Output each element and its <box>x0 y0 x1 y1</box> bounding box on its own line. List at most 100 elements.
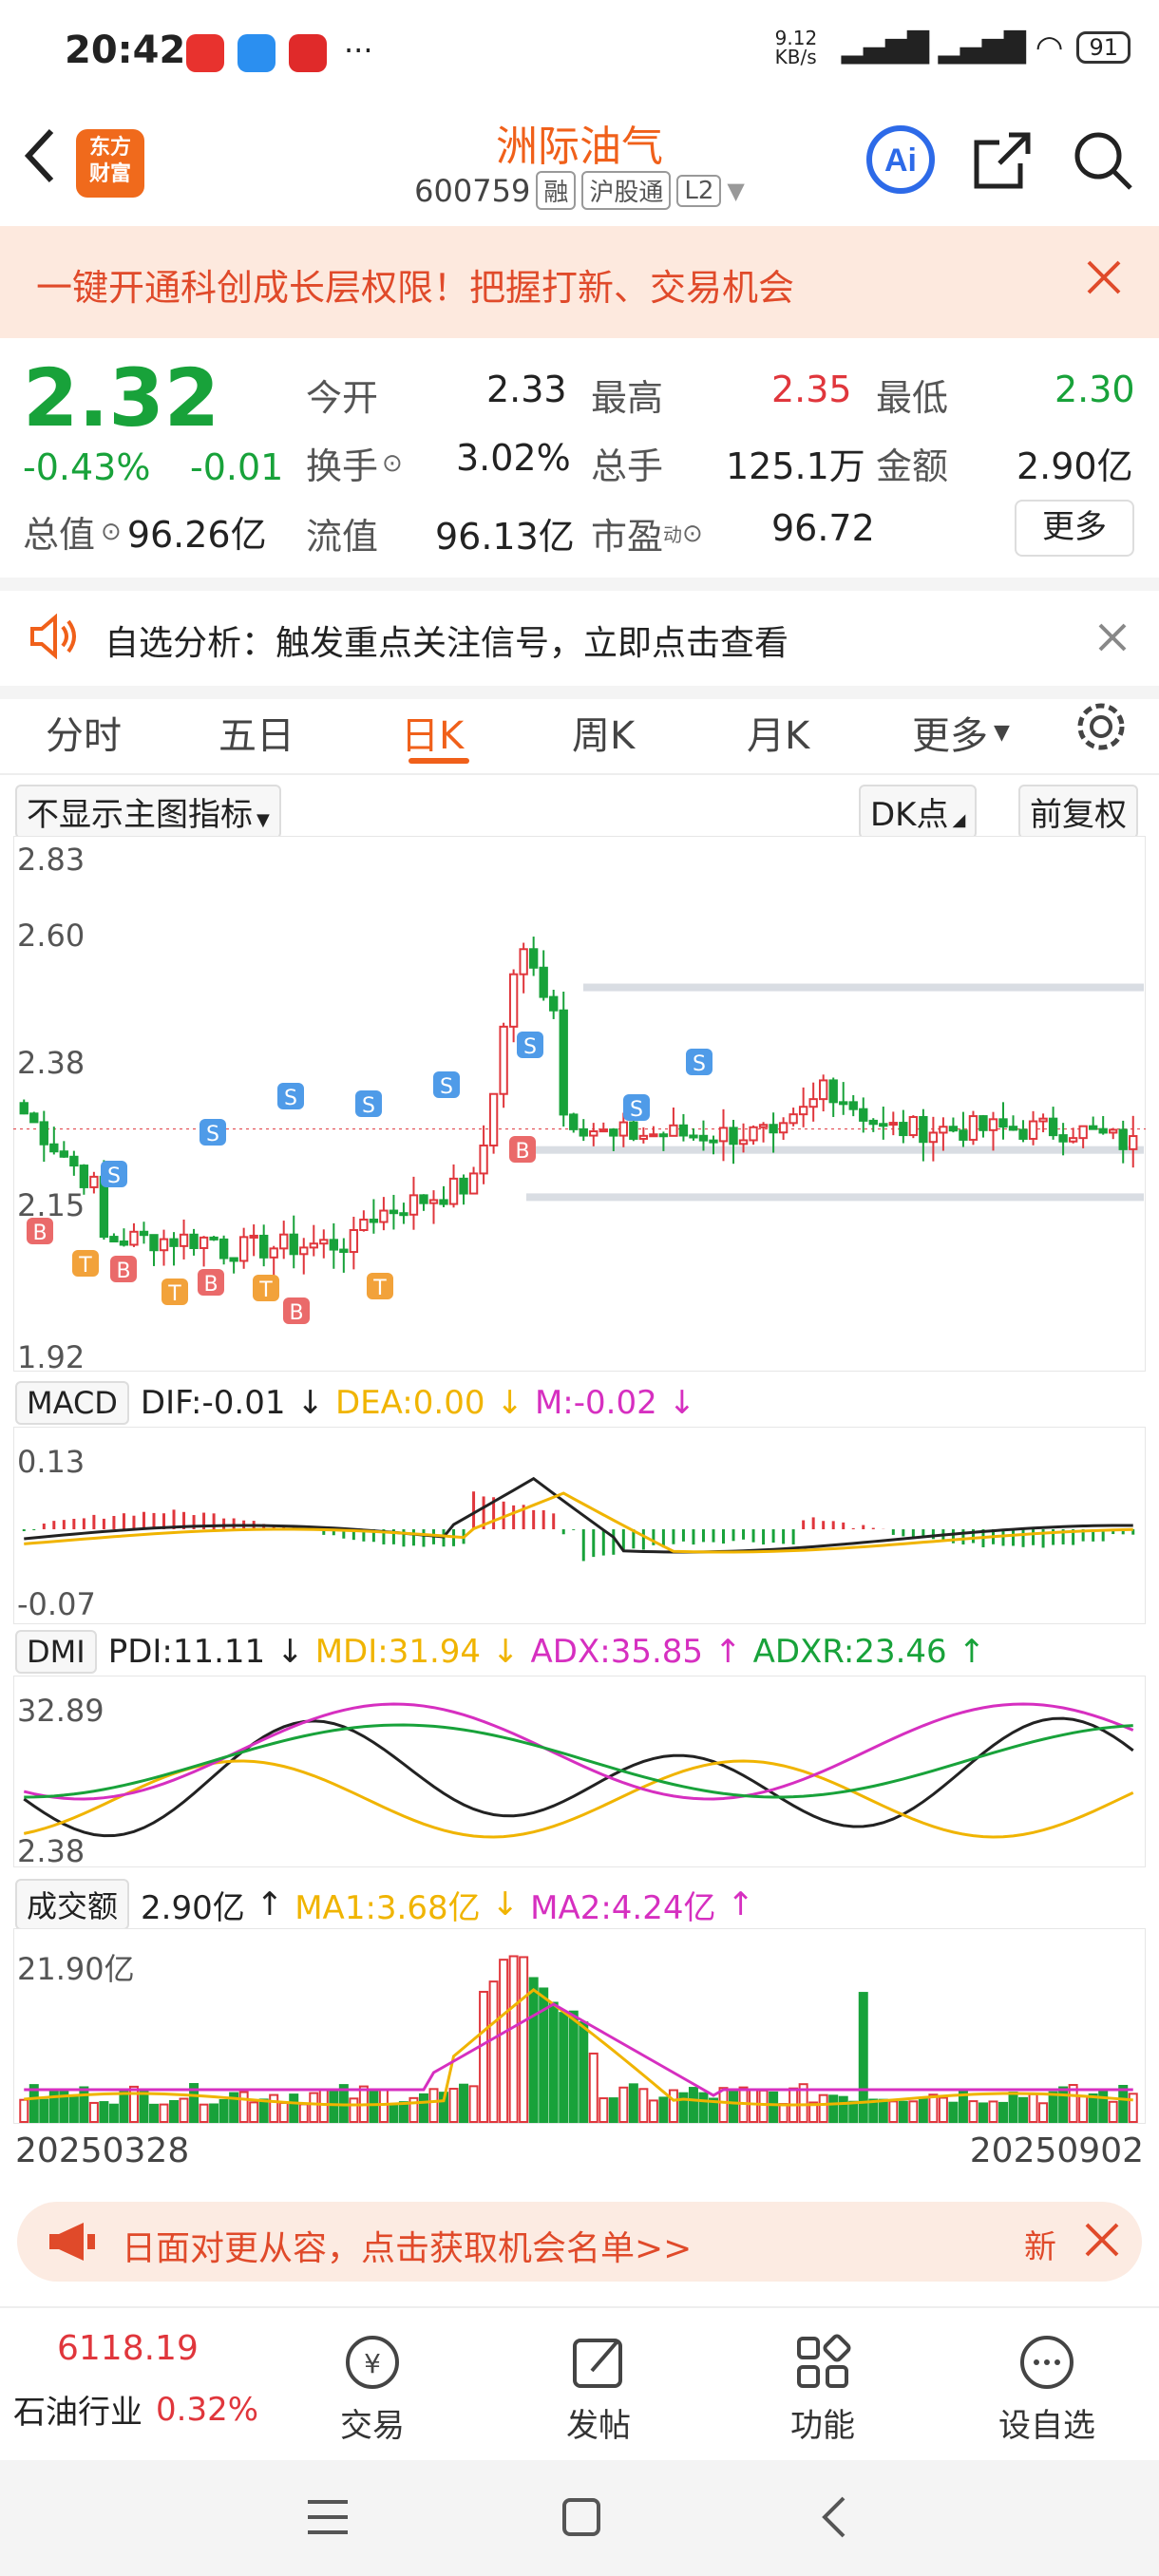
candle <box>729 1127 738 1146</box>
volume-bar <box>948 2101 959 2124</box>
dk-point-toggle[interactable]: DK点 ◢ <box>859 785 978 839</box>
candle <box>408 1194 419 1216</box>
indicator-select[interactable]: 不显示主图指标 ▼ <box>15 785 281 839</box>
dmi-select[interactable]: DMI <box>15 1630 97 1674</box>
volume-bar <box>698 2092 709 2123</box>
volume-bar <box>1058 2086 1069 2124</box>
menu-icon[interactable] <box>306 2498 350 2540</box>
close-icon[interactable] <box>1085 258 1123 300</box>
volume-bar <box>1078 2095 1089 2124</box>
add-watchlist-button[interactable]: 设自选 <box>952 2308 1142 2446</box>
candle <box>919 1116 928 1144</box>
low-value: 2.30 <box>1054 369 1135 410</box>
taobao-app-icon <box>186 34 224 72</box>
sell-signal-badge-label: S <box>440 1075 453 1099</box>
change-percent: -0.43% <box>23 446 151 488</box>
volume-bar <box>519 1956 529 2123</box>
candle <box>769 1124 778 1134</box>
trade-button[interactable]: ¥ 交易 <box>277 2308 467 2446</box>
home-icon[interactable] <box>560 2496 602 2542</box>
industry-index-value[interactable]: 6118.19 <box>57 2329 199 2368</box>
candle <box>908 1116 919 1137</box>
search-icon[interactable] <box>1072 129 1134 196</box>
tab-intraday[interactable]: 分时 <box>46 705 122 760</box>
volume-bar <box>628 2083 638 2123</box>
tab-monthly-k[interactable]: 月K <box>747 705 809 760</box>
candle <box>1058 1134 1068 1143</box>
analysis-bar[interactable]: 自选分析：触发重点关注信号，立即点击查看 <box>0 578 1159 699</box>
status-right: 9.12 KB/s ▂▄▆█ ▂▄▆█ ◠ 91 <box>775 28 1130 66</box>
candle <box>959 1129 968 1141</box>
adjust-toggle[interactable]: 前复权 <box>1018 785 1138 839</box>
promo-banner[interactable]: 一键开通科创成长层权限！把握打新、交易机会 <box>0 226 1159 338</box>
volume-bar <box>668 2089 678 2124</box>
volume-bar <box>968 2100 978 2124</box>
volume-bar <box>548 2001 559 2123</box>
level2-tag: L2 <box>676 174 722 207</box>
candle <box>1109 1128 1118 1134</box>
candle <box>29 1112 39 1124</box>
battery-icon: 91 <box>1076 31 1130 64</box>
settings-icon[interactable] <box>1074 699 1129 758</box>
volume-bar <box>209 2103 219 2123</box>
volume-bar <box>278 2101 289 2123</box>
mdi-label: MDI:31.94 <box>314 1633 482 1671</box>
date-end-label: 20250902 <box>969 2131 1144 2170</box>
volume-bar <box>378 2089 389 2123</box>
volume-bar <box>499 1959 509 2123</box>
close-icon[interactable] <box>1096 621 1129 657</box>
candle <box>59 1150 69 1158</box>
volume-bar <box>389 2103 399 2124</box>
candle <box>808 1098 818 1108</box>
price-axis-label: 2.60 <box>17 918 86 954</box>
candle <box>549 995 559 1012</box>
candle <box>309 1242 318 1249</box>
macd-select[interactable]: MACD <box>15 1381 129 1425</box>
candle <box>559 1009 568 1116</box>
opportunity-promo[interactable]: 日面对更从容，点击获取机会名单>> 新 <box>17 2202 1142 2282</box>
volume-bar <box>68 2095 79 2123</box>
candle <box>218 1238 229 1260</box>
post-button[interactable]: 发帖 <box>504 2308 694 2446</box>
volume-bar <box>398 2101 408 2124</box>
kline-chart[interactable]: SSSSSS SSBBBBBTT T T <box>13 836 1146 1372</box>
price-axis-label: 1.92 <box>17 1339 86 1375</box>
close-icon[interactable] <box>1083 2221 1121 2263</box>
volume-bar <box>658 2096 669 2123</box>
quote-panel: 2.32 -0.43% -0.01 总值 ⊙ 96.26亿 今开 2.33 最高 2… <box>0 342 1159 570</box>
candle <box>598 1128 608 1133</box>
industry-index[interactable]: 石油行业 0.32% <box>13 2386 258 2433</box>
back-nav-icon[interactable] <box>819 2494 847 2544</box>
volume-bar <box>608 2097 618 2123</box>
buy-signal-badge-label: B <box>116 1260 130 1283</box>
turnover-label: 换手 ⊙ <box>306 445 403 487</box>
candle <box>519 948 528 975</box>
candle <box>169 1238 179 1247</box>
candle <box>928 1131 939 1144</box>
tab-underline <box>408 758 469 764</box>
candle <box>848 1101 858 1110</box>
sell-signal-badge-label: S <box>206 1123 219 1146</box>
candle <box>149 1234 159 1252</box>
ai-icon[interactable]: Ai <box>864 123 937 199</box>
more-button[interactable]: 更多 <box>1015 500 1134 557</box>
candle <box>738 1139 749 1146</box>
candle <box>289 1233 298 1256</box>
tab-daily-k[interactable]: 日K <box>401 705 464 760</box>
tab-five-day[interactable]: 五日 <box>218 705 294 760</box>
sell-signal-badge-label: S <box>630 1098 643 1122</box>
candle <box>499 1025 508 1095</box>
dif-label: DIF:-0.01 <box>140 1384 286 1422</box>
share-icon[interactable] <box>971 129 1034 196</box>
candle <box>859 1108 868 1122</box>
buy-signal-badge-label: B <box>203 1273 218 1297</box>
function-button[interactable]: 功能 <box>728 2308 918 2446</box>
tab-more[interactable]: 更多 ▼ <box>912 705 1010 760</box>
amount-value: 2.90亿 <box>1016 445 1133 487</box>
tab-weekly-k[interactable]: 周K <box>572 705 635 760</box>
volume-select[interactable]: 成交额 <box>15 1879 130 1930</box>
candle <box>329 1239 338 1251</box>
macd-axis-label: -0.07 <box>17 1586 96 1622</box>
candle <box>868 1119 878 1126</box>
volume-bar <box>978 2102 988 2123</box>
